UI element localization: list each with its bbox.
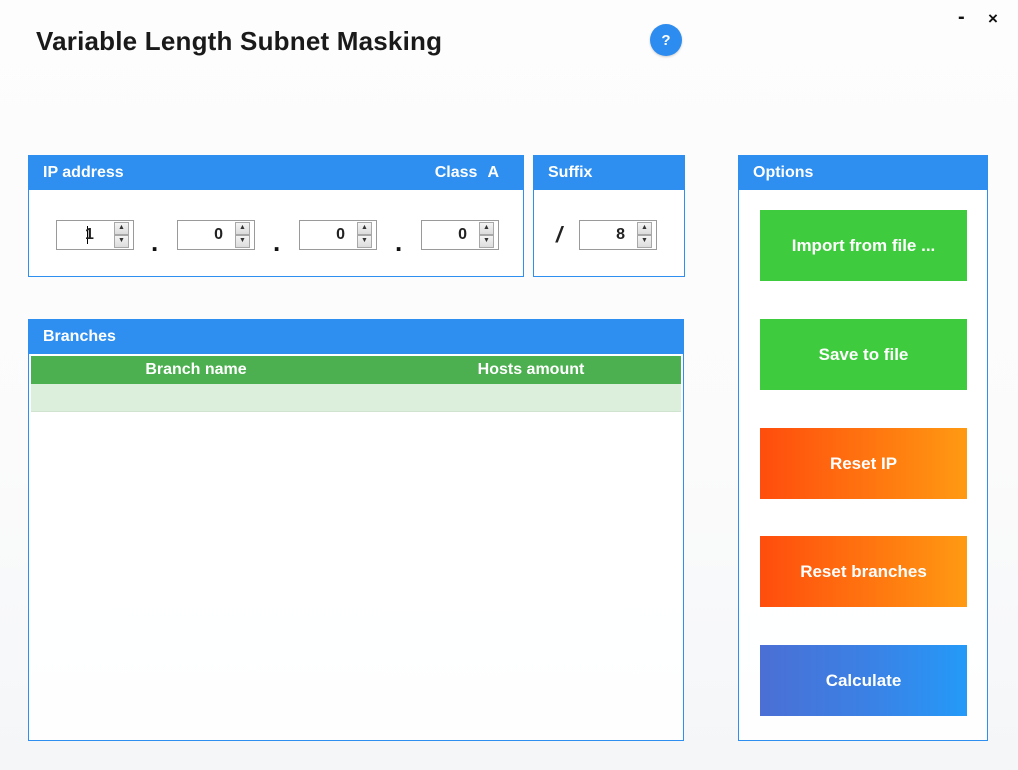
spin-up-icon[interactable]: ▲ (479, 222, 494, 235)
app-title: Variable Length Subnet Masking (36, 26, 443, 56)
class-label: Class (434, 164, 478, 181)
octet-3-stepper[interactable]: 0 ▲ ▼ (299, 220, 377, 250)
octet-3-value[interactable]: 0 (300, 226, 357, 244)
table-new-row[interactable] (31, 384, 681, 412)
ip-address-title: IP address (43, 164, 124, 181)
branches-panel: Branches Branch name Hosts amount (28, 319, 684, 741)
suffix-slash: / (556, 222, 563, 247)
column-hosts-amount[interactable]: Hosts amount (341, 361, 681, 379)
spin-up-icon[interactable]: ▲ (357, 222, 372, 235)
octet-separator: . (151, 227, 159, 257)
octet-4-spin[interactable]: ▲ ▼ (479, 222, 494, 248)
octet-1-stepper[interactable]: 1 ▲ ▼ (56, 220, 134, 250)
options-panel: Options Import from file ... Save to fil… (738, 155, 988, 741)
octet-4-value[interactable]: 0 (422, 226, 479, 244)
branches-table[interactable]: Branch name Hosts amount (29, 356, 683, 412)
octet-1-value[interactable]: 1 (57, 225, 114, 244)
octet-3-spin[interactable]: ▲ ▼ (357, 222, 372, 248)
spin-up-icon[interactable]: ▲ (637, 222, 652, 235)
branches-header: Branches (29, 320, 683, 354)
column-branch-name[interactable]: Branch name (31, 361, 341, 379)
octet-1-spin[interactable]: ▲ ▼ (114, 222, 129, 248)
ip-address-panel: IP address Class A 1 ▲ ▼ . 0 ▲ ▼ . 0 ▲ ▼ . … (28, 155, 524, 277)
import-from-file-button[interactable]: Import from file ... (760, 210, 967, 281)
calculate-button[interactable]: Calculate (760, 645, 967, 716)
octet-2-spin[interactable]: ▲ ▼ (235, 222, 250, 248)
table-header: Branch name Hosts amount (31, 356, 681, 384)
branches-title: Branches (43, 328, 116, 345)
suffix-stepper[interactable]: 8 ▲ ▼ (579, 220, 657, 250)
suffix-title: Suffix (548, 164, 593, 181)
suffix-spin[interactable]: ▲ ▼ (637, 222, 652, 248)
spin-down-icon[interactable]: ▼ (637, 235, 652, 248)
class-indicator: Class A (435, 156, 499, 190)
octet-2-stepper[interactable]: 0 ▲ ▼ (177, 220, 255, 250)
minimize-button[interactable]: - (958, 6, 965, 29)
suffix-header: Suffix (534, 156, 684, 190)
reset-ip-button[interactable]: Reset IP (760, 428, 967, 499)
save-to-file-button[interactable]: Save to file (760, 319, 967, 390)
octet-separator: . (273, 227, 281, 257)
octet-2-value[interactable]: 0 (178, 226, 235, 244)
help-icon[interactable]: ? (650, 24, 682, 56)
options-header: Options (739, 156, 987, 190)
spin-down-icon[interactable]: ▼ (114, 235, 129, 248)
class-value: A (487, 164, 499, 181)
spin-down-icon[interactable]: ▼ (357, 235, 372, 248)
suffix-value[interactable]: 8 (580, 226, 637, 244)
spin-up-icon[interactable]: ▲ (235, 222, 250, 235)
octet-separator: . (395, 227, 403, 257)
suffix-panel: Suffix / 8 ▲ ▼ (533, 155, 685, 277)
spin-down-icon[interactable]: ▼ (235, 235, 250, 248)
close-button[interactable]: × (988, 9, 998, 29)
spin-up-icon[interactable]: ▲ (114, 222, 129, 235)
ip-address-header: IP address Class A (29, 156, 523, 190)
spin-down-icon[interactable]: ▼ (479, 235, 494, 248)
reset-branches-button[interactable]: Reset branches (760, 536, 967, 607)
octet-4-stepper[interactable]: 0 ▲ ▼ (421, 220, 499, 250)
options-title: Options (753, 164, 814, 181)
